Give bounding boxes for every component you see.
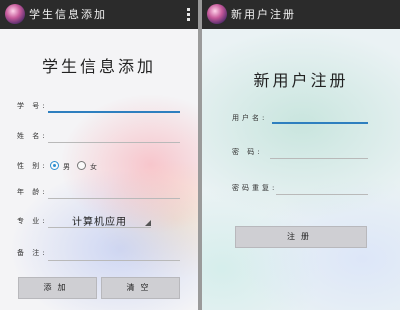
note-input[interactable] (48, 260, 180, 261)
password-label: 密 码: (232, 148, 263, 156)
major-label: 专 业: (17, 217, 48, 225)
form-content: 学生信息添加 学 号: 姓 名: 性 别: 男 女 年 龄: 专 业: 计算机应… (0, 29, 198, 310)
student-id-label: 学 号: (17, 102, 48, 110)
dropdown-arrow-icon (145, 220, 151, 226)
register-button[interactable]: 注册 (235, 226, 367, 248)
title-bar: 新用户注册 (202, 0, 400, 29)
age-input[interactable] (48, 198, 180, 199)
major-spinner[interactable]: 计算机应用 (48, 209, 151, 228)
name-label: 姓 名: (17, 132, 48, 140)
username-input[interactable] (272, 122, 368, 124)
gender-male-label: 男 (63, 163, 70, 171)
major-selected-value: 计算机应用 (72, 217, 127, 228)
username-label: 用户名: (232, 114, 268, 122)
gender-label: 性 别: (17, 162, 48, 170)
register-screen: 新用户注册 新用户注册 用户名: 密 码: 密码重复: 注册 (202, 0, 400, 310)
gender-female-label: 女 (90, 163, 97, 171)
app-icon (5, 4, 25, 24)
gender-female-radio[interactable] (77, 161, 86, 170)
confirm-password-label: 密码重复: (232, 184, 278, 192)
app-title: 新用户注册 (231, 8, 296, 21)
name-input[interactable] (48, 142, 180, 143)
page-title: 新用户注册 (253, 71, 349, 90)
password-input[interactable] (270, 158, 368, 159)
title-bar: 学生信息添加 (0, 0, 198, 29)
add-button[interactable]: 添加 (18, 277, 97, 299)
student-add-screen: 学生信息添加 学生信息添加 学 号: 姓 名: 性 别: 男 女 年 龄: 专 … (0, 0, 198, 310)
form-content: 新用户注册 用户名: 密 码: 密码重复: 注册 (202, 29, 400, 310)
overflow-menu-icon[interactable] (187, 8, 190, 21)
confirm-password-input[interactable] (276, 194, 368, 195)
age-label: 年 龄: (17, 188, 48, 196)
gender-male-radio[interactable] (50, 161, 59, 170)
app-icon (207, 4, 227, 24)
clear-button[interactable]: 清空 (101, 277, 180, 299)
note-label: 备 注: (17, 249, 48, 257)
app-title: 学生信息添加 (29, 8, 107, 21)
student-id-input[interactable] (48, 111, 180, 113)
page-title: 学生信息添加 (41, 57, 156, 76)
